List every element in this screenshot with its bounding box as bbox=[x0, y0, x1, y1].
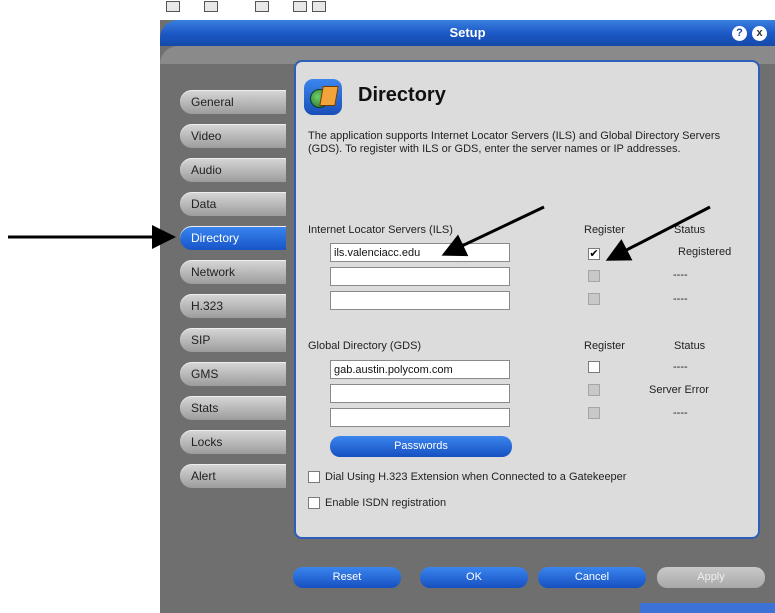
gds-register-checkbox-2[interactable] bbox=[588, 384, 600, 396]
gds-register-checkbox-1[interactable] bbox=[588, 361, 600, 373]
close-icon[interactable]: x bbox=[752, 26, 767, 41]
ils-register-checkbox-2[interactable] bbox=[588, 270, 600, 282]
ils-server-field-3[interactable] bbox=[330, 291, 510, 310]
page-title: Directory bbox=[358, 84, 446, 106]
directory-panel: Directory The application supports Inter… bbox=[294, 60, 760, 539]
toolbar-icon bbox=[312, 1, 326, 12]
h323-extension-label: Dial Using H.323 Extension when Connecte… bbox=[325, 471, 627, 484]
directory-globe-book-icon bbox=[304, 79, 342, 115]
ils-status-header: Status bbox=[674, 224, 706, 236]
gds-register-checkbox-3[interactable] bbox=[588, 407, 600, 419]
sidebar-item-locks[interactable]: Locks bbox=[180, 430, 286, 454]
gds-status-1: ---- bbox=[673, 361, 688, 373]
ok-button[interactable]: OK bbox=[420, 567, 528, 588]
sidebar-item-stats[interactable]: Stats bbox=[180, 396, 286, 420]
gds-server-field-3[interactable] bbox=[330, 408, 510, 427]
toolbar-icon bbox=[255, 1, 269, 12]
setup-window: Setup ? x General Video Audio Data Direc… bbox=[160, 20, 775, 613]
window-title: Setup bbox=[449, 25, 486, 40]
sidebar-item-general[interactable]: General bbox=[180, 90, 286, 114]
gds-label: Global Directory (GDS) bbox=[308, 340, 422, 352]
cancel-button[interactable]: Cancel bbox=[538, 567, 646, 588]
h323-extension-checkbox[interactable] bbox=[308, 471, 320, 484]
gds-status-3: ---- bbox=[673, 407, 688, 419]
ils-register-header: Register bbox=[584, 224, 625, 236]
option-h323-extension[interactable]: Dial Using H.323 Extension when Connecte… bbox=[308, 471, 626, 485]
sidebar-item-directory[interactable]: Directory bbox=[180, 226, 286, 250]
title-bar: Setup ? x bbox=[160, 20, 775, 46]
sidebar-item-video[interactable]: Video bbox=[180, 124, 286, 148]
reset-button[interactable]: Reset bbox=[293, 567, 401, 588]
toolbar-icon bbox=[293, 1, 307, 12]
ils-status-3: ---- bbox=[673, 293, 688, 305]
gds-server-field-2[interactable] bbox=[330, 384, 510, 403]
gds-status-2: Server Error bbox=[649, 384, 709, 396]
option-isdn-registration[interactable]: Enable ISDN registration bbox=[308, 497, 446, 511]
sidebar-item-audio[interactable]: Audio bbox=[180, 158, 286, 182]
sidebar-item-data[interactable]: Data bbox=[180, 192, 286, 216]
isdn-registration-checkbox[interactable] bbox=[308, 497, 320, 510]
description-text: The application supports Internet Locato… bbox=[308, 130, 721, 155]
sidebar-item-sip[interactable]: SIP bbox=[180, 328, 286, 352]
ils-server-field-1[interactable] bbox=[330, 243, 510, 262]
sidebar-item-gms[interactable]: GMS bbox=[180, 362, 286, 386]
ils-register-checkbox-3[interactable] bbox=[588, 293, 600, 305]
book-icon bbox=[319, 86, 339, 106]
gds-server-field-1[interactable] bbox=[330, 360, 510, 379]
ils-server-field-2[interactable] bbox=[330, 267, 510, 286]
isdn-registration-label: Enable ISDN registration bbox=[325, 497, 447, 510]
sidebar-item-h323[interactable]: H.323 bbox=[180, 294, 286, 318]
ils-label: Internet Locator Servers (ILS) bbox=[308, 224, 453, 236]
ils-register-checkbox-1[interactable]: ✔ bbox=[588, 248, 600, 260]
window-bottom-strip bbox=[640, 603, 775, 613]
ils-status-1: Registered bbox=[678, 246, 732, 258]
background-toolbar bbox=[160, 0, 380, 14]
sidebar-item-network[interactable]: Network bbox=[180, 260, 286, 284]
gds-status-header: Status bbox=[674, 340, 706, 352]
gds-register-header: Register bbox=[584, 340, 625, 352]
help-icon[interactable]: ? bbox=[732, 26, 747, 41]
apply-button[interactable]: Apply bbox=[657, 567, 765, 588]
passwords-button[interactable]: Passwords bbox=[330, 436, 512, 457]
toolbar-icon bbox=[204, 1, 218, 12]
ils-status-2: ---- bbox=[673, 269, 688, 281]
toolbar-icon bbox=[166, 1, 180, 12]
sidebar-item-alert[interactable]: Alert bbox=[180, 464, 286, 488]
